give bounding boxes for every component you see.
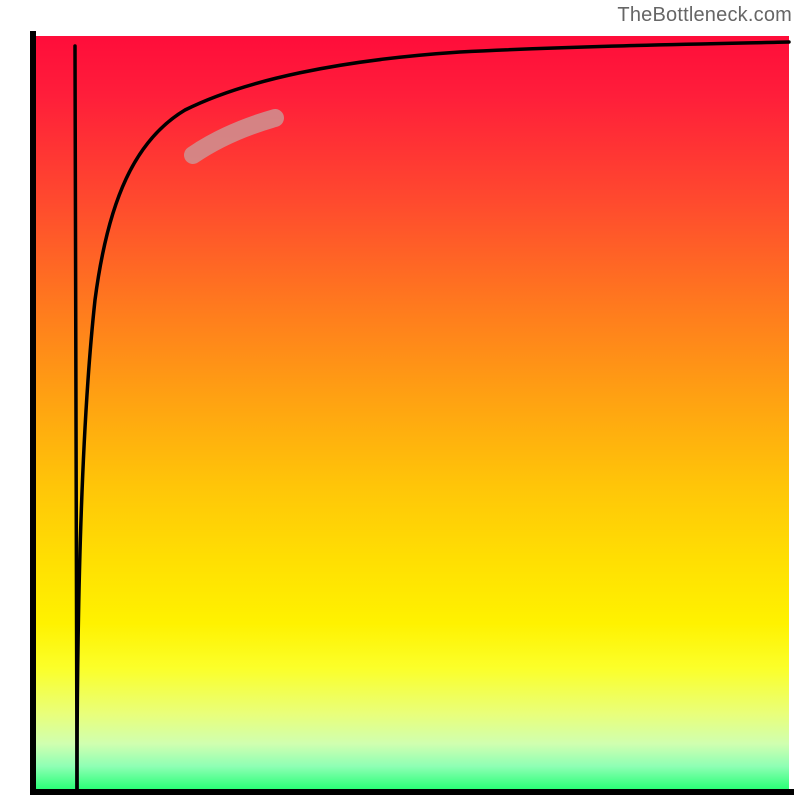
plot-gradient-background — [36, 36, 789, 789]
x-axis — [30, 789, 794, 795]
y-axis — [30, 31, 36, 794]
watermark-text: TheBottleneck.com — [617, 4, 792, 27]
chart-canvas: TheBottleneck.com — [0, 0, 800, 800]
